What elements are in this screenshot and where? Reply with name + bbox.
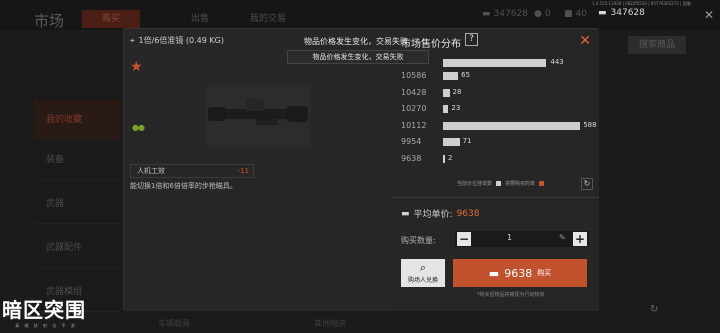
- purchase-dialog: ⌖ 1倍/6倍准镜 (0.49 KG) ★ ●● 人机工效 -11 能切换1倍和…: [123, 28, 599, 311]
- stat-value: -11: [237, 167, 249, 175]
- price-tick-label: 9954: [401, 137, 422, 146]
- price-tick-label: 10112: [401, 120, 427, 130]
- money-display: ▬ 347628: [598, 8, 645, 18]
- chart-title: 市场售价分布: [401, 39, 461, 50]
- version-text: 1.0.155.11930 | 0822f5530 | 85776305273 …: [592, 1, 691, 6]
- chart-legend: 当前价位挂单数 将要购买的单: [457, 180, 545, 187]
- bar-value-label: 443: [550, 58, 564, 66]
- tab-my-trades[interactable]: 我的交易: [240, 10, 296, 28]
- increase-button[interactable]: +: [573, 232, 587, 246]
- rarity-dots: ●●: [132, 123, 145, 132]
- cash-icon: ▬: [598, 8, 607, 18]
- item-image: [206, 85, 310, 147]
- sidebar: 我的收藏 装备 武器 武器配件 武器模组: [34, 60, 120, 333]
- market-panel: 市场售价分布 ? ✕ 443 10586 65 10428 28 10270 23 10112…: [391, 29, 599, 311]
- search-icon: ⌕: [419, 261, 427, 274]
- bottom-tab-vehicles[interactable]: 车辆载具: [158, 318, 190, 329]
- resource-counter: ▬ 347628: [482, 9, 528, 19]
- cash-icon: ▬: [401, 208, 410, 219]
- resource-counter: ■ 40: [564, 9, 587, 19]
- chart-bar: [443, 72, 459, 80]
- refresh-icon[interactable]: ↻: [650, 304, 658, 315]
- price-tick-label: 10428: [401, 87, 427, 97]
- legend-swatch: [539, 181, 545, 186]
- item-description: 能切换1倍和6倍倍率的步枪瞄具。: [130, 182, 237, 190]
- price-tick-label: 10586: [401, 71, 427, 80]
- divider: [391, 197, 599, 198]
- cash-icon: ▬: [482, 9, 491, 19]
- buy-button[interactable]: ▬ 9638 购买: [453, 259, 587, 287]
- chart-bar: [443, 154, 445, 163]
- ticket-icon: ■: [564, 9, 573, 19]
- bar-value-label: 2: [448, 153, 453, 162]
- quantity-label: 购买数量:: [401, 236, 436, 245]
- coin-icon: ●: [534, 9, 542, 19]
- edit-icon[interactable]: ✎: [559, 233, 566, 242]
- chart-bar: [443, 138, 460, 146]
- page-title: 市场: [34, 12, 65, 30]
- close-icon[interactable]: ✕: [704, 8, 714, 22]
- sidebar-item-equipment[interactable]: 装备: [34, 140, 120, 180]
- chart-bar: [443, 88, 450, 97]
- bar-value-label: 28: [452, 87, 462, 96]
- purchase-note: *购买后物品将被视为行动物资: [477, 292, 545, 298]
- refresh-button[interactable]: ↻: [581, 178, 593, 190]
- price-tick-label: 10270: [401, 104, 427, 113]
- price-tick-label: 9638: [401, 153, 422, 163]
- quantity-value[interactable]: 1: [507, 233, 512, 242]
- cash-icon: ▬: [488, 266, 500, 280]
- trade-button[interactable]: ⌕ 购场人兑换: [401, 259, 445, 287]
- decrease-button[interactable]: −: [457, 232, 471, 246]
- help-icon[interactable]: ?: [465, 33, 478, 46]
- bottom-tab-other[interactable]: 其他物资: [314, 318, 346, 329]
- legend-swatch: [496, 181, 502, 186]
- tab-buy[interactable]: 购买: [82, 10, 140, 28]
- tab-sell[interactable]: 出售: [180, 10, 220, 28]
- sidebar-item-weapons[interactable]: 武器: [34, 184, 120, 224]
- sidebar-item-attachments[interactable]: 武器配件: [34, 228, 120, 268]
- item-header: ⌖ 1倍/6倍准镜 (0.49 KG): [130, 35, 224, 46]
- chart-bar: [443, 59, 547, 67]
- bar-value-label: 588: [583, 120, 597, 129]
- bar-value-label: 23: [451, 104, 461, 112]
- bar-value-label: 65: [461, 71, 471, 79]
- sidebar-item-favorites[interactable]: 我的收藏: [34, 100, 120, 140]
- scope-icon: ⌖: [130, 35, 135, 45]
- close-button[interactable]: ✕: [579, 33, 591, 49]
- resource-counter: ● 0: [534, 9, 551, 19]
- quantity-stepper: − 1 ✎ +: [455, 231, 589, 247]
- favorite-star-icon[interactable]: ★: [130, 59, 143, 75]
- average-price: ▬ 平均单价: 9638: [401, 208, 480, 221]
- error-toast-text: 物品价格发生变化，交易失败: [304, 37, 408, 46]
- stat-row: 人机工效 -11: [130, 164, 254, 178]
- price-distribution-chart: 443 10586 65 10428 28 10270 23 10112 588 9954 71 96…: [391, 57, 599, 169]
- search-goods-button[interactable]: 搜索商品: [628, 36, 686, 54]
- item-panel: ⌖ 1倍/6倍准镜 (0.49 KG) ★ ●● 人机工效 -11 能切换1倍和…: [124, 29, 391, 311]
- error-toast: 物品价格发生变化，交易失败: [287, 50, 429, 64]
- chart-bar: [443, 105, 449, 113]
- game-logo: 暗区突围 真 硬 核 射 击 手 游: [2, 298, 86, 328]
- bar-value-label: 71: [462, 137, 472, 145]
- chart-bar: [443, 121, 581, 130]
